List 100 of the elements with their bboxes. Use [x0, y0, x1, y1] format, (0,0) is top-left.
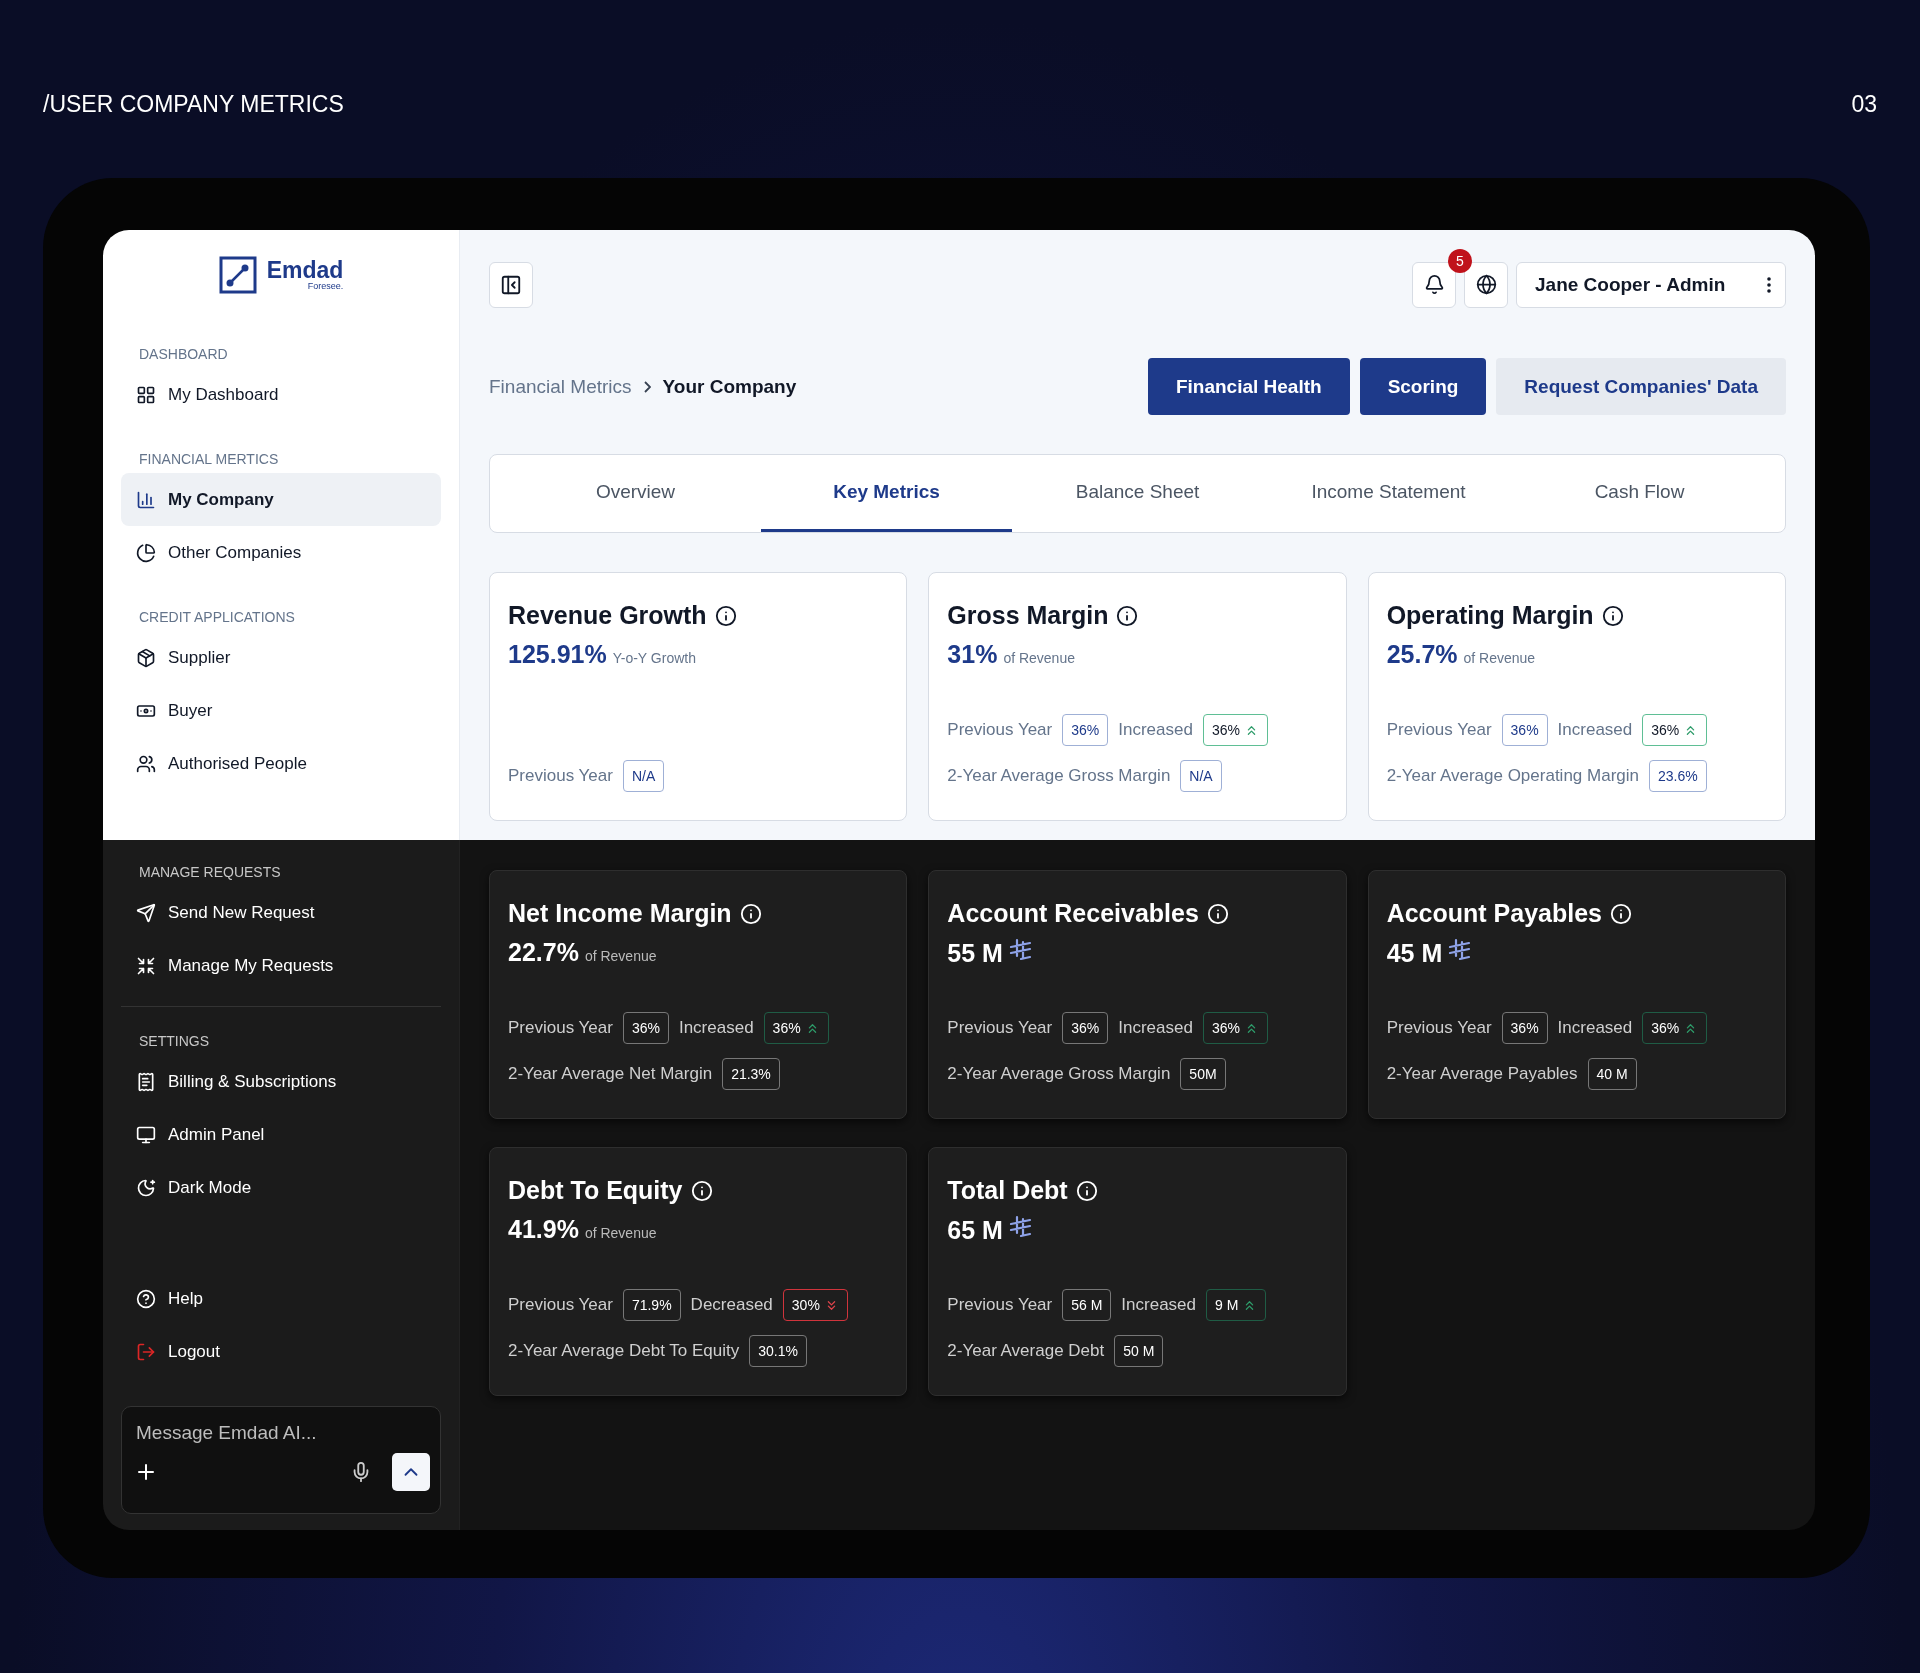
sidebar-item[interactable]: Logout — [121, 1325, 441, 1378]
section-heading: SETTINGS — [138, 1032, 210, 1051]
metric-value: 65 M — [947, 1216, 1003, 1245]
stat-label: 2-Year Average Payables — [1386, 1064, 1578, 1084]
tag-value: 30% — [791, 1297, 820, 1313]
card-title: Revenue Growth — [508, 601, 707, 630]
menu-icon — [136, 1177, 156, 1198]
item-label: Dark Mode — [168, 1177, 252, 1198]
menu-icon — [136, 1071, 156, 1092]
item-label: Admin Panel — [168, 1124, 265, 1145]
item-label: Other Companies — [168, 542, 302, 563]
stat-label: Increased — [1118, 720, 1193, 740]
menu-icon — [136, 753, 156, 774]
sidebar-item[interactable]: Manage My Requests — [121, 939, 441, 992]
section-heading: MANAGE REQUESTS — [138, 863, 282, 882]
tag-value: N/A — [1189, 768, 1213, 784]
tab[interactable]: Key Metrics — [761, 455, 1012, 532]
tag-value: 30.1% — [758, 1343, 798, 1359]
stat-label: Decreased — [690, 1295, 773, 1315]
tab[interactable]: Cash Flow — [1514, 455, 1765, 532]
logo-tagline: Foresee. — [307, 282, 344, 291]
info-icon[interactable] — [1116, 604, 1139, 627]
sidebar-item[interactable]: My Dashboard — [121, 368, 441, 421]
more-icon — [1767, 276, 1771, 293]
sidebar-item[interactable]: Help — [121, 1272, 441, 1325]
item-label: Logout — [168, 1341, 220, 1362]
sidebar-item[interactable]: Buyer — [121, 684, 441, 737]
stat-label: Previous Year — [1386, 1018, 1492, 1038]
send-button[interactable] — [392, 1453, 430, 1491]
section-heading: FINANCIAL MERTICS — [138, 450, 280, 469]
language-button[interactable] — [1464, 261, 1508, 308]
message-input[interactable]: Message Emdad AI... — [134, 1421, 430, 1445]
tag-value: 36% — [772, 1020, 801, 1036]
sidebar-item[interactable]: Dark Mode — [121, 1161, 441, 1214]
menu-icon — [136, 955, 156, 976]
stat-label: 2-Year Average Net Margin — [508, 1064, 713, 1084]
tag-value: 36% — [631, 1020, 660, 1036]
panel-icon — [500, 273, 522, 296]
sidebar-item[interactable]: My Company — [121, 473, 441, 526]
item-label: Manage My Requests — [168, 955, 334, 976]
stat-label: 2-Year Average Operating Margin — [1386, 766, 1639, 786]
item-label: Buyer — [168, 700, 213, 721]
value-note: of Revenue — [584, 1225, 657, 1241]
tab[interactable]: Income Statement — [1263, 455, 1514, 532]
sidebar-item[interactable]: Admin Panel — [121, 1108, 441, 1161]
tab[interactable]: Balance Sheet — [1012, 455, 1263, 532]
stat-label: Previous Year — [947, 1295, 1053, 1315]
tag-value: 50 M — [1123, 1343, 1155, 1359]
logo-icon — [218, 256, 257, 294]
tag-value: 36% — [1651, 1020, 1680, 1036]
action-button[interactable]: Financial Health — [1147, 358, 1350, 415]
metric-value: 45 M — [1386, 939, 1443, 968]
page-title: /USER COMPANY METRICS — [43, 90, 344, 118]
metric-value: 55 M — [947, 939, 1003, 968]
notifications-button[interactable] — [1412, 261, 1456, 308]
menu-icon — [136, 542, 156, 563]
card-title: Account Receivables — [947, 899, 1199, 928]
stat-label: 2-Year Average Debt To Equity — [508, 1341, 740, 1361]
tag-value: 36% — [1510, 722, 1539, 738]
action-button[interactable]: Scoring — [1359, 358, 1487, 415]
tag-value: 36% — [1510, 1020, 1539, 1036]
stat-label: 2-Year Average Debt — [947, 1341, 1105, 1361]
breadcrumb-link[interactable]: Financial Metrics — [489, 375, 632, 398]
tag-value: N/A — [631, 768, 656, 784]
info-icon[interactable] — [714, 604, 737, 627]
card-title: Account Payables — [1386, 899, 1602, 928]
sidebar-item[interactable]: Authorised People — [121, 737, 441, 790]
value-note: of Revenue — [1003, 650, 1075, 666]
metric-value: 125.91% — [508, 640, 607, 669]
menu-icon — [136, 1124, 156, 1145]
tag-value: 36% — [1211, 722, 1240, 738]
stat-label: Increased — [1557, 1018, 1633, 1038]
user-menu-button[interactable]: Jane Cooper - Admin — [1516, 261, 1786, 308]
sidebar-item[interactable]: Supplier — [121, 631, 441, 684]
menu-icon — [136, 647, 156, 668]
item-label: Help — [168, 1288, 203, 1309]
stat-label: Previous Year — [508, 1018, 613, 1038]
sidebar-item[interactable]: Send New Request — [121, 886, 441, 939]
tag-value: 36% — [1071, 1020, 1100, 1036]
breadcrumb-link[interactable]: Your Company — [662, 375, 797, 398]
tag-value: 36% — [1211, 1020, 1240, 1036]
menu-icon — [136, 902, 156, 923]
tab[interactable]: Overview — [510, 455, 761, 532]
menu-icon — [136, 1341, 156, 1362]
sidebar-item[interactable]: Other Companies — [121, 526, 441, 579]
currency-icon — [1448, 938, 1471, 962]
value-note: Y-o-Y Growth — [612, 650, 696, 666]
currency-icon — [1008, 938, 1031, 962]
stat-label: Previous Year — [508, 1295, 613, 1315]
sidebar-item[interactable]: Billing & Subscriptions — [121, 1055, 441, 1108]
menu-icon — [136, 489, 156, 510]
item-label: Send New Request — [168, 902, 315, 923]
stat-label: Previous Year — [947, 720, 1053, 740]
info-icon[interactable] — [1601, 604, 1624, 627]
tag-value: 40 M — [1596, 1066, 1628, 1082]
sidebar-toggle-button[interactable] — [489, 261, 533, 308]
item-label: My Dashboard — [168, 384, 279, 405]
bell-icon — [1423, 274, 1445, 295]
action-button[interactable]: Request Companies' Data — [1496, 358, 1786, 415]
section-heading: CREDIT APPLICATIONS — [138, 608, 296, 627]
